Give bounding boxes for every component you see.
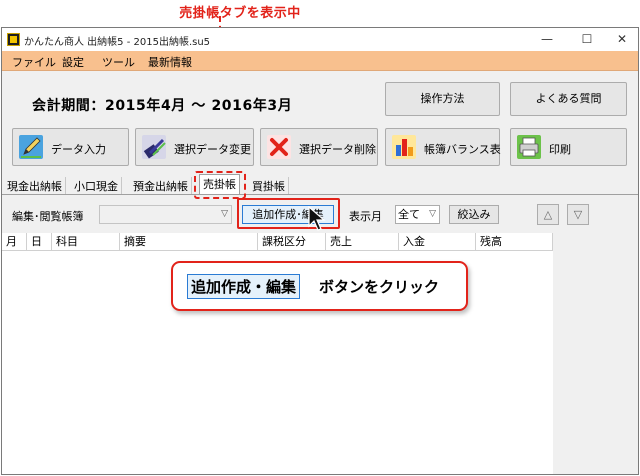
print-label: 印刷 <box>549 143 571 156</box>
window-title: かんたん商人 出納帳5 - 2015出納帳.su5 <box>24 37 211 48</box>
maximize-icon[interactable]: ☐ <box>572 28 602 51</box>
menu-file[interactable]: ファイル <box>12 54 56 70</box>
change-selected-button[interactable]: 選択データ変更 <box>135 128 254 166</box>
col-description[interactable]: 摘要 <box>120 233 258 251</box>
callout-instruction: ボタンをクリック <box>319 278 440 296</box>
col-tax-category[interactable]: 課税区分 <box>258 233 326 251</box>
annotation-active-tab-highlight <box>194 171 246 199</box>
ledger-select-label: 編集･閲覧帳簿 <box>12 210 84 223</box>
print-button[interactable]: 印刷 <box>510 128 627 166</box>
mouse-cursor-icon <box>308 206 326 231</box>
tab-cash-book[interactable]: 現金出納帳 <box>4 177 66 194</box>
data-entry-button[interactable]: データ入力 <box>12 128 129 166</box>
move-down-button[interactable]: ▽ <box>567 204 589 225</box>
annotation-callout: 追加作成・編集 ボタンをクリック <box>171 261 468 311</box>
app-icon <box>7 33 20 46</box>
col-balance[interactable]: 残高 <box>476 233 553 251</box>
move-up-button[interactable]: △ <box>537 204 559 225</box>
month-select-value: 全て <box>398 208 420 221</box>
change-selected-label: 選択データ変更 <box>174 143 251 156</box>
col-sales[interactable]: 売上 <box>326 233 399 251</box>
delete-selected-label: 選択データ削除 <box>299 143 376 156</box>
tab-petty-cash[interactable]: 小口現金 <box>71 177 122 194</box>
menu-bar: ファイル 設定 ツール 最新情報 <box>2 51 638 71</box>
ledger-select[interactable]: ▽ <box>99 205 232 224</box>
menu-tools[interactable]: ツール <box>102 54 135 70</box>
close-icon[interactable]: ✕ <box>607 28 637 51</box>
tab-payable[interactable]: 買掛帳 <box>249 177 289 194</box>
ledger-tabs: 現金出納帳 小口現金 預金出納帳 買掛帳 売掛帳 <box>2 174 638 194</box>
delete-x-icon <box>267 135 291 159</box>
display-month-label: 表示月 <box>349 210 382 223</box>
tab-divider <box>2 194 638 195</box>
callout-button-label: 追加作成・編集 <box>187 274 301 299</box>
printer-icon <box>517 135 541 159</box>
chevron-down-icon: ▽ <box>429 209 436 219</box>
month-select[interactable]: 全て ▽ <box>395 205 440 224</box>
balance-sheet-button[interactable]: 帳簿バランス表 <box>385 128 501 166</box>
narrow-button[interactable]: 絞込み <box>449 205 499 224</box>
col-day[interactable]: 日 <box>27 233 52 251</box>
app-window: かんたん商人 出納帳5 - 2015出納帳.su5 — ☐ ✕ ファイル 設定 … <box>1 27 639 475</box>
col-receipt[interactable]: 入金 <box>399 233 476 251</box>
title-bar: かんたん商人 出納帳5 - 2015出納帳.su5 — ☐ ✕ <box>2 28 638 51</box>
chevron-down-icon: ▽ <box>221 209 228 219</box>
data-entry-label: データ入力 <box>51 143 106 156</box>
tab-deposit-book[interactable]: 預金出納帳 <box>130 177 192 194</box>
how-to-button[interactable]: 操作方法 <box>385 82 500 116</box>
grid-header: 月 日 科目 摘要 課税区分 売上 入金 残高 <box>2 233 553 251</box>
col-month[interactable]: 月 <box>2 233 27 251</box>
balance-sheet-label: 帳簿バランス表 <box>424 143 501 156</box>
menu-latest-info[interactable]: 最新情報 <box>148 54 192 70</box>
delete-selected-button[interactable]: 選択データ削除 <box>260 128 378 166</box>
faq-button[interactable]: よくある質問 <box>510 82 627 116</box>
menu-settings[interactable]: 設定 <box>62 54 84 70</box>
pencil-icon <box>19 135 43 159</box>
bar-chart-icon <box>392 135 416 159</box>
annotation-tab-label: 売掛帳タブを表示中 <box>179 6 301 21</box>
fiscal-period: 会計期間：2015年4月 〜 2016年3月 <box>32 98 293 114</box>
col-account[interactable]: 科目 <box>52 233 120 251</box>
pen-edit-icon <box>142 135 166 159</box>
minimize-icon[interactable]: — <box>532 28 562 51</box>
